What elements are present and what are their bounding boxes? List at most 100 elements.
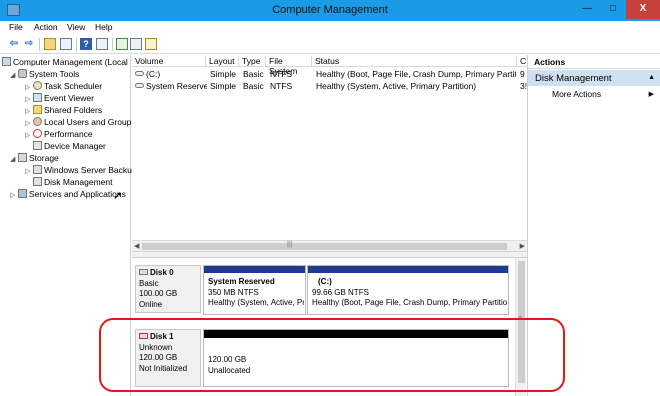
volume-name: (C:): [146, 69, 161, 79]
toolbar-separator: [39, 38, 40, 51]
tree-item-storage[interactable]: ◢ Storage: [10, 153, 59, 165]
tree-item-label: Device Manager: [44, 141, 106, 151]
tree-item-performance[interactable]: ▷ Performance: [25, 129, 93, 141]
tree-item-label: Local Users and Groups: [44, 117, 136, 127]
menu-help[interactable]: Help: [95, 22, 112, 32]
scrollbar-grip-icon: |||: [287, 241, 293, 248]
export-icon[interactable]: [145, 38, 157, 50]
tree-item-label: Event Viewer: [44, 93, 94, 103]
tree-item-device-manager[interactable]: Device Manager: [33, 141, 106, 153]
unallocated-region[interactable]: 120.00 GB Unallocated: [203, 329, 509, 387]
maximize-button[interactable]: □: [600, 0, 626, 19]
expand-arrow-icon[interactable]: ▷: [25, 107, 33, 115]
unallocated-bar: [204, 330, 508, 338]
minimize-button[interactable]: —: [574, 0, 600, 19]
forward-arrow-icon[interactable]: ⇨: [23, 38, 35, 50]
disk-1-info[interactable]: Disk 1 Unknown 120.00 GB Not Initialized: [135, 329, 201, 387]
volume-list-header: Volume Layout Type File System Status C: [132, 55, 527, 76]
layout-cell: Simple: [210, 81, 236, 91]
partition-size: 99.66 GB NTFS: [312, 287, 369, 297]
capacity-cell: 9: [520, 69, 525, 79]
pane-splitter[interactable]: [132, 251, 527, 258]
partition-text: 120.00 GB Unallocated: [208, 355, 250, 376]
tree-item-event-viewer[interactable]: ▷ Event Viewer: [25, 93, 94, 105]
scrollbar-thumb[interactable]: [518, 261, 525, 383]
menu-file[interactable]: File: [9, 22, 23, 32]
collapse-arrow-icon[interactable]: ◢: [10, 71, 18, 79]
unallocated-label: Unallocated: [208, 365, 251, 375]
show-tree-icon[interactable]: [60, 38, 72, 50]
tree-item-disk-management[interactable]: Disk Management: [33, 177, 113, 189]
back-arrow-icon[interactable]: ⇦: [8, 38, 20, 50]
type-cell: Basic: [243, 69, 264, 79]
partition-c[interactable]: (C:) 99.66 GB NTFS Healthy (Boot, Page F…: [307, 265, 509, 315]
disk-management-pane: Volume Layout Type File System Status C …: [132, 55, 527, 396]
partition-text: (C:) 99.66 GB NTFS Healthy (Boot, Page F…: [312, 277, 508, 309]
close-button[interactable]: X: [626, 0, 660, 19]
mouse-pointer-icon: ➚: [113, 190, 123, 202]
column-header-status[interactable]: Status: [312, 56, 517, 67]
users-icon: [33, 117, 42, 126]
tree-item-system-tools[interactable]: ◢ System Tools: [10, 69, 79, 81]
submenu-arrow-icon[interactable]: ▶: [649, 90, 654, 98]
tree-item-shared-folders[interactable]: ▷ Shared Folders: [25, 105, 102, 117]
more-actions-link[interactable]: More Actions: [552, 89, 601, 99]
expand-arrow-icon[interactable]: ▷: [25, 95, 33, 103]
partition-size: 350 MB NTFS: [208, 287, 259, 297]
column-header-file-system[interactable]: File System: [266, 56, 312, 76]
action-pane-icon[interactable]: [96, 38, 108, 50]
properties-icon[interactable]: [130, 38, 142, 50]
disk-name: Disk 0: [150, 268, 174, 277]
horizontal-scrollbar[interactable]: ◀ ||| ▶: [132, 240, 527, 251]
fs-cell: NTFS: [270, 81, 293, 91]
expand-arrow-icon[interactable]: ▷: [25, 131, 33, 139]
menu-bar: File Action View Help: [0, 21, 660, 35]
expand-arrow-icon[interactable]: ▷: [25, 83, 33, 91]
tree-item-label: Disk Management: [44, 177, 113, 187]
menu-action[interactable]: Action: [34, 22, 58, 32]
tools-icon: [18, 69, 27, 78]
disk-not-initialized-icon: [139, 333, 148, 339]
performance-icon: [33, 129, 42, 138]
tree-item-windows-server-backup[interactable]: ▷ Windows Server Backup: [25, 165, 137, 177]
services-icon: [18, 189, 27, 198]
help-icon[interactable]: ?: [80, 38, 92, 50]
device-manager-icon: [33, 141, 42, 150]
scrollbar-thumb[interactable]: [142, 243, 507, 250]
unallocated-size: 120.00 GB: [208, 355, 247, 364]
expand-arrow-icon[interactable]: ▷: [25, 119, 33, 127]
tree-item-local-users-and-groups[interactable]: ▷ Local Users and Groups: [25, 117, 136, 129]
partition-name: (C:): [318, 277, 332, 286]
column-header-type[interactable]: Type: [239, 56, 266, 67]
tree-item-services-and-applications[interactable]: ▷ Services and Applications: [10, 189, 126, 201]
volume-icon: [135, 71, 144, 76]
disk-type: Basic: [139, 278, 159, 288]
refresh-icon[interactable]: [116, 38, 128, 50]
scroll-right-icon[interactable]: ▶: [520, 242, 525, 250]
disk-0-info[interactable]: Disk 0 Basic 100.00 GB Online: [135, 265, 201, 313]
column-header-layout[interactable]: Layout: [206, 56, 239, 67]
actions-section-disk-management[interactable]: Disk Management ▲: [528, 70, 660, 86]
disk-size: 120.00 GB: [139, 353, 178, 362]
menu-view[interactable]: View: [67, 22, 85, 32]
disk-0-title: Disk 0: [139, 268, 197, 279]
expand-arrow-icon[interactable]: ▷: [25, 167, 33, 175]
collapse-up-icon[interactable]: ▲: [648, 74, 655, 81]
vertical-scrollbar[interactable]: ≡: [515, 258, 526, 396]
primary-partition-bar: [204, 266, 305, 273]
expand-arrow-icon[interactable]: ▷: [10, 191, 18, 199]
tree-item-label: Performance: [44, 129, 93, 139]
disk-size: 100.00 GB: [139, 289, 178, 298]
scroll-left-icon[interactable]: ◀: [134, 242, 139, 250]
table-row[interactable]: System Reserved Simple Basic NTFS Health…: [132, 80, 527, 92]
partition-system-reserved[interactable]: System Reserved 350 MB NTFS Healthy (Sys…: [203, 265, 306, 315]
table-row[interactable]: (C:) Simple Basic NTFS Healthy (Boot, Pa…: [132, 68, 527, 80]
collapse-arrow-icon[interactable]: ◢: [10, 155, 18, 163]
up-folder-icon[interactable]: [44, 38, 56, 50]
tree-item-task-scheduler[interactable]: ▷ Task Scheduler: [25, 81, 102, 93]
column-header-volume[interactable]: Volume: [132, 56, 206, 67]
column-header-capacity[interactable]: C: [517, 56, 527, 67]
volume-cell: System Reserved: [135, 81, 207, 91]
tree-item-computer-management[interactable]: Computer Management (Local: [2, 57, 128, 69]
capacity-cell: 3!: [520, 81, 527, 91]
